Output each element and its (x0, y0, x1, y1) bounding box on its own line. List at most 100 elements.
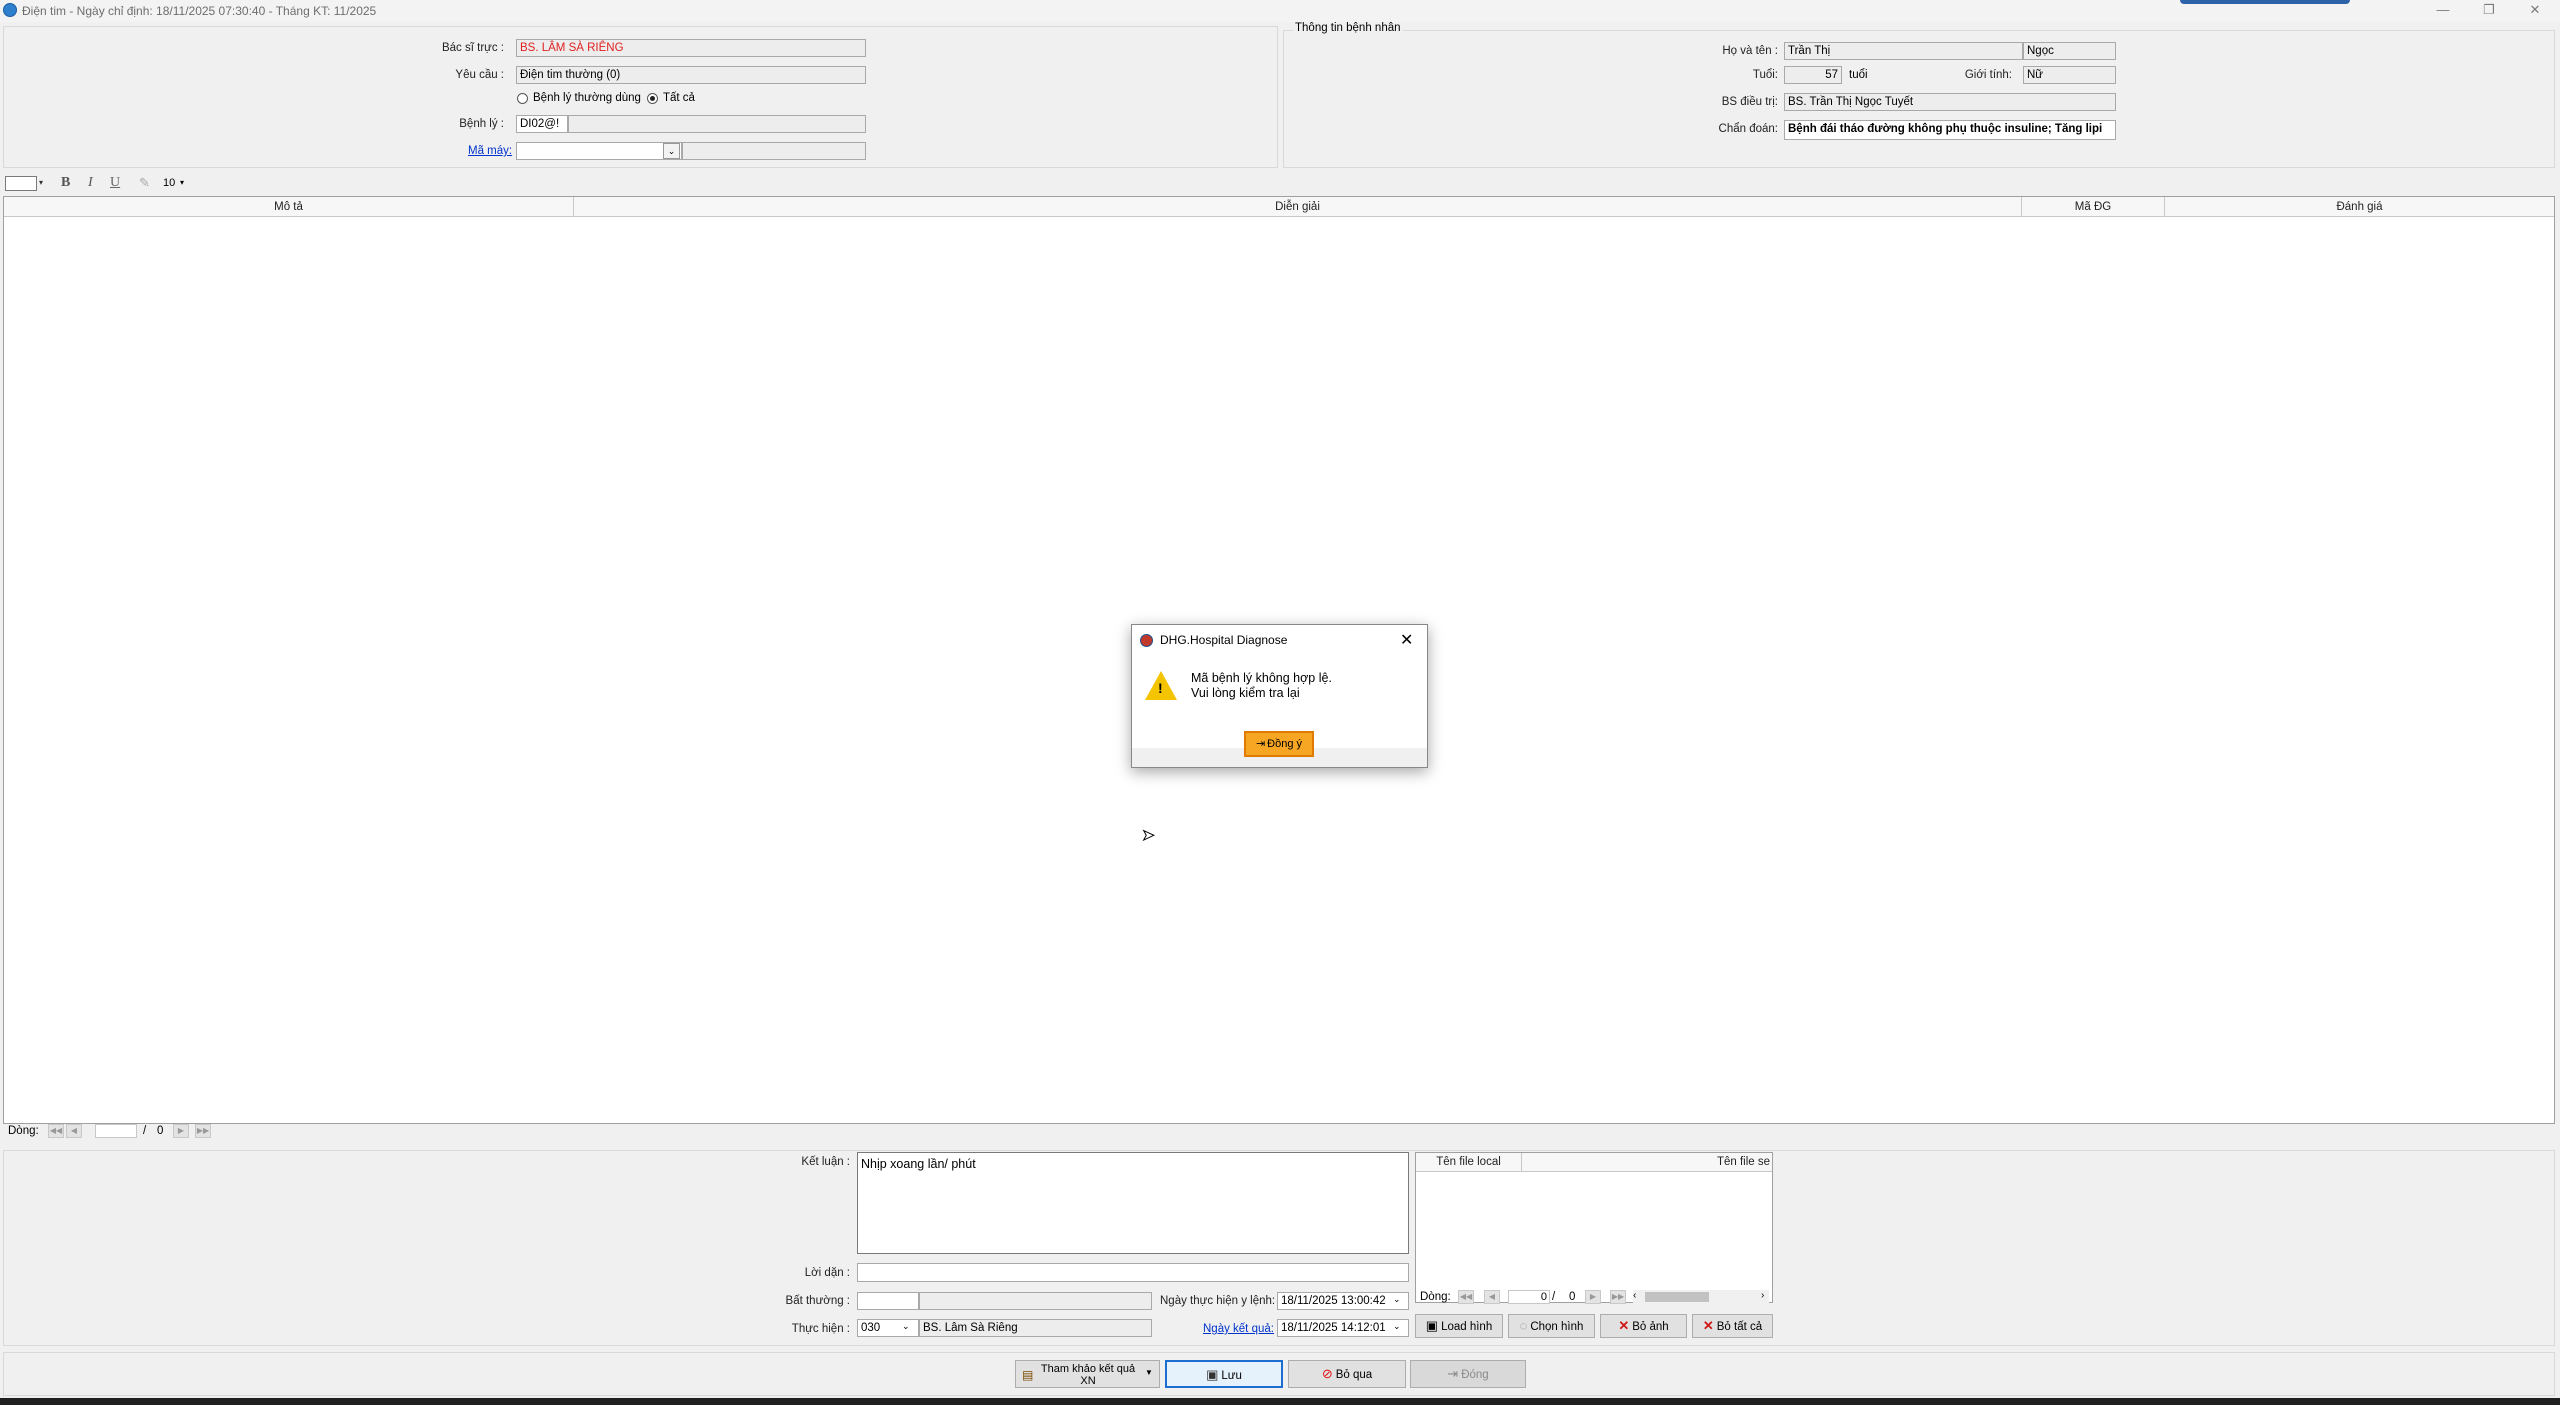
remove-image-button[interactable]: ✕ Bỏ ảnh (1600, 1314, 1687, 1338)
gioi-tinh-field: Nữ (2023, 66, 2116, 84)
close-x-icon: ✕ (1618, 1318, 1630, 1333)
ket-luan-textarea[interactable]: Nhịp xoang lần/ phút (857, 1152, 1409, 1254)
chan-doan-label: Chẩn đoán: (1718, 123, 1778, 135)
col-ma-dg[interactable]: Mã ĐG (2022, 197, 2165, 217)
choose-image-button[interactable]: ◌ Chọn hình (1508, 1314, 1595, 1338)
thuc-hien-label: Thực hiện : (791, 1323, 850, 1335)
tham-khao-dropdown-icon[interactable]: ▼ (1145, 1368, 1153, 1377)
ket-luan-label: Kết luận : (801, 1156, 850, 1168)
ho-ten-field: Trần Thị (1784, 42, 2023, 60)
benh-ly-name-field (568, 115, 866, 133)
choose-image-icon: ◌ (1519, 1318, 1528, 1333)
radio-benh-ly-thuong-dung[interactable] (517, 93, 528, 104)
ngay-thuc-hien-field[interactable]: 18/11/2025 13:00:42 (1277, 1292, 1409, 1310)
ma-may-link[interactable]: Mã máy: (468, 145, 512, 157)
bat-thuong-name-field (919, 1292, 1152, 1310)
italic-button[interactable]: I (88, 175, 93, 191)
benh-ly-label: Bệnh lý : (459, 118, 504, 130)
file-nav-total: 0 (1569, 1291, 1576, 1303)
ngay-ket-qua-link[interactable]: Ngày kết quả: (1203, 1323, 1274, 1335)
file-nav-current[interactable]: 0 (1508, 1290, 1550, 1304)
patient-panel-title: Thông tin bệnh nhân (1293, 22, 1403, 34)
ngay-ket-qua-field[interactable]: 18/11/2025 14:12:01 (1277, 1319, 1409, 1337)
bat-thuong-code-field[interactable] (857, 1292, 919, 1310)
thuc-hien-dropdown-icon[interactable]: ⌄ (902, 1321, 910, 1332)
dialog-message-line2: Vui lòng kiểm tra lại (1191, 686, 1300, 700)
cancel-button[interactable]: ⊘ Bỏ qua (1288, 1360, 1406, 1388)
col-ten-file-server[interactable]: Tên file se (1522, 1153, 1772, 1172)
door-exit-icon: ⇥ (1447, 1366, 1459, 1381)
col-ten-file-local[interactable]: Tên file local (1416, 1153, 1522, 1172)
scroll-thumb[interactable] (1645, 1292, 1709, 1302)
file-nav-prev-icon[interactable]: ◀ (1484, 1290, 1500, 1304)
remove-all-button[interactable]: ✕ Bỏ tất cả (1692, 1314, 1773, 1338)
warning-exclamation: ! (1158, 680, 1163, 696)
ngay-thuc-hien-dropdown-icon[interactable]: ⌄ (1393, 1294, 1401, 1305)
choose-image-label: Chọn hình (1530, 1321, 1584, 1333)
ok-button-label: Đồng ý (1267, 738, 1303, 750)
color-picker[interactable] (5, 176, 37, 191)
col-dien-giai[interactable]: Diễn giải (574, 197, 2022, 217)
col-danh-gia[interactable]: Đánh giá (2165, 197, 2554, 217)
scroll-left-icon[interactable]: ‹ (1633, 1290, 1636, 1301)
remove-all-label: Bỏ tất cả (1716, 1321, 1763, 1333)
app-icon (3, 3, 17, 17)
grid-nav-current[interactable] (95, 1124, 137, 1138)
remove-image-label: Bỏ ảnh (1632, 1321, 1669, 1333)
radio-benh-ly-thuong-dung-label: Bệnh lý thường dùng (533, 92, 641, 104)
yeu-cau-field[interactable]: Điện tim thường (0) (516, 66, 866, 84)
loi-dan-field[interactable] (857, 1263, 1409, 1282)
load-image-label: Load hình (1441, 1321, 1493, 1333)
ma-may-dropdown-icon[interactable]: ⌄ (663, 143, 680, 159)
load-image-button[interactable]: ▣ Load hình (1415, 1314, 1503, 1338)
yeu-cau-label: Yêu cầu : (455, 69, 504, 81)
chan-doan-field: Bệnh đái tháo đường không phụ thuộc insu… (1784, 120, 2116, 140)
nav-last-icon[interactable]: ▶▶ (195, 1124, 211, 1138)
thuc-hien-name-field: BS. Lâm Sà Riêng (919, 1319, 1152, 1337)
underline-button[interactable]: U (110, 175, 120, 191)
file-nav-first-icon[interactable]: ◀◀ (1458, 1290, 1474, 1304)
cancel-icon: ⊘ (1321, 1366, 1333, 1381)
font-size-selector[interactable]: 10 (163, 177, 175, 189)
radio-tat-ca-label: Tất cả (663, 92, 695, 104)
minimize-button[interactable]: — (2420, 0, 2466, 20)
nav-first-icon[interactable]: ◀◀ (48, 1124, 64, 1138)
file-list[interactable]: Tên file local Tên file se (1415, 1152, 1773, 1303)
save-button[interactable]: ▣ Lưu (1165, 1360, 1283, 1388)
scroll-right-icon[interactable]: › (1761, 1290, 1764, 1301)
dialog-message-line1: Mã bệnh lý không hợp lệ. (1191, 671, 1332, 685)
file-hscrollbar[interactable]: ‹ › (1633, 1290, 1769, 1304)
close-button-disabled: ⇥ Đóng (1410, 1360, 1526, 1388)
app-icon (1140, 634, 1153, 647)
nav-next-icon[interactable]: ▶ (173, 1124, 189, 1138)
restore-button[interactable]: ❐ (2466, 0, 2512, 20)
eraser-icon[interactable]: ✎ (139, 175, 150, 191)
col-mo-ta[interactable]: Mô tả (4, 197, 574, 217)
bold-button[interactable]: B (61, 175, 70, 191)
font-size-dropdown-icon[interactable]: ▾ (180, 178, 184, 187)
bs-dieu-tri-label: BS điều trị: (1721, 96, 1778, 108)
gioi-tinh-label: Giới tính: (1964, 69, 2012, 81)
dialog-close-icon[interactable]: ✕ (1400, 630, 1413, 650)
close-window-button[interactable]: ✕ (2512, 0, 2558, 20)
title-bar: Điện tim - Ngày chỉ định: 18/11/2025 07:… (0, 0, 2560, 22)
grid-nav-total: 0 (157, 1125, 164, 1137)
benh-ly-code-field[interactable]: DI02@! (516, 115, 568, 133)
thuc-hien-code-combo[interactable]: 030 (857, 1319, 919, 1337)
nav-prev-icon[interactable]: ◀ (66, 1124, 82, 1138)
radio-tat-ca[interactable] (647, 93, 658, 104)
door-exit-icon: ⇥ (1255, 738, 1266, 750)
file-nav-sep: / (1552, 1291, 1556, 1303)
cancel-label: Bỏ qua (1335, 1369, 1373, 1381)
color-dropdown-icon[interactable]: ▾ (39, 178, 43, 187)
tham-khao-button[interactable]: ▤ Tham khảo kết quả XN ▼ (1015, 1360, 1160, 1388)
bac-si-truc-field[interactable]: BS. LÂM SÀ RIÊNG (516, 39, 866, 57)
close-label: Đóng (1461, 1369, 1489, 1381)
ma-may-combo[interactable] (516, 142, 682, 160)
title-accent (2180, 0, 2350, 4)
ma-may-name-field (682, 142, 866, 160)
file-nav-last-icon[interactable]: ▶▶ (1610, 1290, 1626, 1304)
ngay-ket-qua-dropdown-icon[interactable]: ⌄ (1393, 1321, 1401, 1332)
file-nav-next-icon[interactable]: ▶ (1585, 1290, 1601, 1304)
ok-button[interactable]: ⇥ Đồng ý (1244, 731, 1314, 757)
